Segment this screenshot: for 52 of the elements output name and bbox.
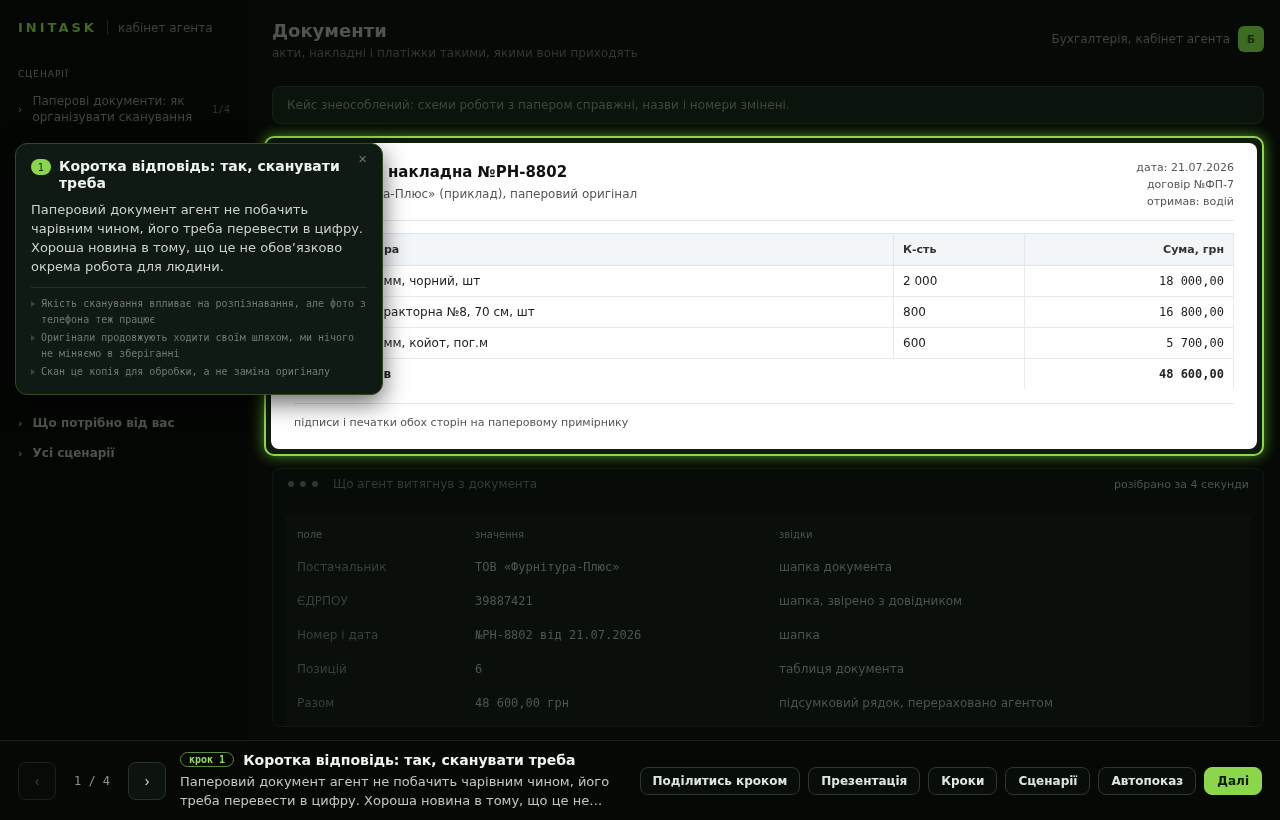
popover-title: Коротка відповідь: так, сканувати треба <box>59 158 341 192</box>
table-cell-text: 39887421 <box>475 594 534 608</box>
bullet-icon <box>31 369 35 375</box>
column-header: значення <box>475 529 526 540</box>
table-cell-text: шапка <box>779 628 821 642</box>
table-cell: 5 700,00 <box>1024 327 1234 359</box>
step-number: 1 <box>31 159 51 175</box>
table-cell: 18 000,00 <box>1024 265 1234 297</box>
step-text: Паперовий документ агент не побачить чарівним чином, його треба перевести в цифру. Хороша новина в тому, що це не… <box>180 772 611 810</box>
table-cell-text: підсумковий рядок, перераховано агентом <box>779 696 1054 710</box>
close-button[interactable]: × <box>358 152 367 166</box>
account-name: Бухгалтерія, кабінет агента <box>1051 32 1230 46</box>
panel-note: розібрано за 4 секунди <box>1113 477 1249 491</box>
table-cell-text: 6 <box>475 662 484 676</box>
document-footer: підписи і печатки обох сторін на паперовому примірнику <box>294 403 1234 429</box>
document-title: накладна №РН-8802 <box>388 163 569 181</box>
tour-button[interactable]: Далі <box>1204 766 1262 795</box>
document-meta: дата: 21.07.2026 <box>1136 160 1234 176</box>
total-sum: 48 600,00 <box>1024 358 1234 389</box>
brand-logo: INITASK <box>18 20 108 35</box>
table-cell: 2 000 <box>893 265 1025 297</box>
document-meta: отримав: водій <box>1145 194 1234 210</box>
next-button[interactable]: › <box>128 761 166 800</box>
page-title: Документи <box>272 20 388 41</box>
document-meta: договір №ФП-7 <box>1146 177 1234 193</box>
tour-button[interactable]: Сценарії <box>1005 766 1091 795</box>
table-cell-text: ТОВ «Фурнітура-Плюс» <box>475 560 621 574</box>
table-cell-text: 48 600,00 грн <box>475 696 570 710</box>
step-title: Коротка відповідь: так, сканувати треба <box>243 751 576 768</box>
table-cell-text: таблиця документа <box>779 662 906 676</box>
step-counter: 1 / 4 <box>72 773 112 788</box>
table-cell: 800 <box>893 296 1025 328</box>
bullet-text: Скан це копія для обробки, а не заміна оригіналу <box>41 365 330 379</box>
column-header: поле <box>297 529 324 540</box>
tour-button[interactable]: Презентація <box>808 766 921 795</box>
bullet-icon <box>31 301 35 307</box>
brand-caption: кабінет агента <box>117 20 213 35</box>
total-label: в <box>383 367 392 381</box>
column-header: К-сть <box>893 233 1025 266</box>
bullet-icon <box>31 335 35 341</box>
tour-button[interactable]: Автопоказ <box>1098 766 1197 795</box>
tour-button[interactable]: Поділитись кроком <box>639 766 801 795</box>
column-header: звідки <box>779 529 814 540</box>
document-subtitle: а-Плюс» (приклад), паперовий оригінал <box>383 187 638 201</box>
table-cell: 600 <box>893 327 1025 359</box>
column-header: Сума, грн <box>1024 233 1234 266</box>
table-cell-text: №РН-8802 від 21.07.2026 <box>475 628 643 642</box>
table-cell-text: шапка документа <box>779 560 894 574</box>
tour-button[interactable]: Кроки <box>928 766 998 795</box>
table-cell: 16 800,00 <box>1024 296 1234 328</box>
table-cell-text: шапка, звірено з довідником <box>779 594 964 608</box>
section-label: СЦЕНАРІЇ <box>18 69 70 79</box>
